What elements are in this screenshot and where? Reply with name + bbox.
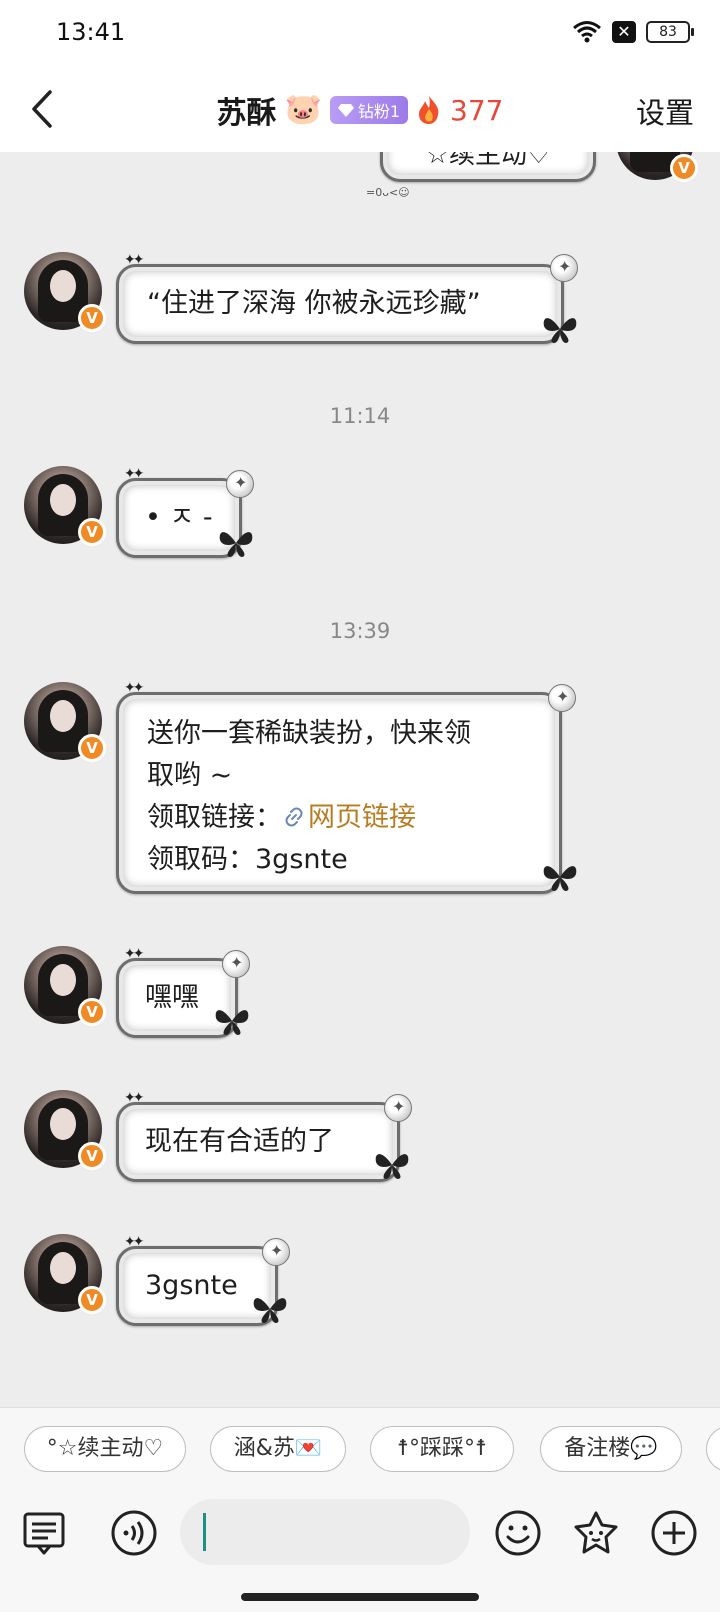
verified-badge-icon: V: [78, 518, 106, 546]
message-timestamp: 11:14: [329, 404, 391, 428]
status-time: 13:41: [56, 18, 126, 46]
pig-emoji: 🐷: [284, 92, 322, 127]
contact-avatar[interactable]: V: [24, 252, 106, 332]
partial-outgoing-bubble[interactable]: ☆续主动♡: [380, 152, 596, 182]
contact-avatar[interactable]: V: [24, 946, 106, 1026]
contact-avatar[interactable]: V: [24, 466, 106, 546]
quick-reply-bar[interactable]: °☆续主动♡ 涵&苏💌 ☨°踩踩°☨ 备注楼💬: [0, 1407, 720, 1489]
sparkle-decoration: ✦✦: [124, 1234, 145, 1250]
butterfly-decoration-icon: [253, 1298, 287, 1323]
verified-badge-icon: V: [78, 1286, 106, 1314]
butterfly-decoration-icon: [375, 1154, 409, 1179]
message-text: 嘿嘿: [145, 982, 199, 1013]
link-line: 领取链接： 网页链接: [147, 797, 531, 839]
web-link[interactable]: 网页链接: [308, 802, 416, 833]
quick-reply-chip[interactable]: 备注楼💬: [540, 1426, 682, 1472]
tiny-emoticon-text: =0ᴗ<☺: [366, 186, 410, 199]
chat-title[interactable]: 苏酥 🐷 钻粉1 377: [0, 88, 720, 132]
settings-button[interactable]: 设置: [636, 90, 694, 132]
sparkle-decoration: ✦✦: [124, 466, 145, 482]
my-avatar[interactable]: V: [616, 152, 698, 182]
verified-badge-icon: V: [670, 154, 698, 182]
avatar-face: [50, 1252, 76, 1284]
wifi-icon: [573, 21, 601, 43]
avatar-face: [50, 964, 76, 996]
streak-count: 377: [450, 93, 504, 127]
butterfly-decoration-icon: [215, 1010, 249, 1035]
avatar-face: [50, 270, 76, 302]
contact-avatar[interactable]: V: [24, 682, 106, 762]
quick-reply-chip[interactable]: ☨°踩踩°☨: [370, 1426, 514, 1472]
flame-icon: [419, 96, 439, 124]
moon-decoration-icon: [226, 470, 254, 498]
message-input-bar: [0, 1489, 720, 1612]
battery-indicator: 83: [646, 21, 694, 43]
moon-decoration-icon: [550, 254, 578, 282]
verified-badge-icon: V: [78, 304, 106, 332]
chat-message-list[interactable]: ☆续主动♡ V =0ᴗ<☺ V “住进了深海 你被永远珍藏” ✦✦ 11:14 …: [0, 152, 720, 1407]
sticker-star-icon[interactable]: [572, 1509, 620, 1557]
plus-icon[interactable]: [650, 1509, 698, 1557]
verified-badge-icon: V: [78, 734, 106, 762]
moon-decoration-icon: [548, 684, 576, 712]
moon-decoration-icon: [384, 1094, 412, 1122]
avatar-face: [50, 1108, 76, 1140]
butterfly-decoration-icon: [543, 866, 577, 891]
quick-reply-chip[interactable]: °☆续主动♡: [24, 1426, 186, 1472]
contact-avatar[interactable]: V: [24, 1234, 106, 1314]
message-line: 取哟 ~: [147, 760, 233, 791]
avatar-face: [50, 700, 76, 732]
voice-icon[interactable]: [110, 1509, 158, 1557]
moon-decoration-icon: [262, 1238, 290, 1266]
sparkle-decoration: ✦✦: [124, 252, 145, 268]
contact-avatar[interactable]: V: [24, 1090, 106, 1170]
bubble-text: ☆续主动♡: [425, 152, 551, 170]
home-indicator[interactable]: [241, 1593, 479, 1601]
fan-badge-label: 钻粉1: [357, 102, 401, 121]
sparkle-decoration: ✦✦: [124, 1090, 145, 1106]
butterfly-decoration-icon: [543, 318, 577, 343]
butterfly-decoration-icon: [219, 532, 253, 557]
contact-name: 苏酥: [216, 96, 277, 131]
message-input[interactable]: [180, 1499, 470, 1565]
message-bubble[interactable]: 送你一套稀缺装扮，快来领 取哟 ~ 领取链接： 网页链接 领取码：3gsnte: [116, 692, 562, 894]
code-line: 领取码：3gsnte: [147, 844, 348, 875]
message-bubble[interactable]: “住进了深海 你被永远珍藏”: [116, 264, 564, 344]
fan-level-badge: 钻粉1: [329, 96, 409, 124]
message-line: 送你一套稀缺装扮，快来领: [147, 718, 471, 749]
no-sim-icon: ✕: [612, 21, 636, 43]
verified-badge-icon: V: [78, 998, 106, 1026]
avatar-face: [50, 484, 76, 516]
message-text: “住进了深海 你被永远珍藏”: [147, 288, 481, 319]
status-bar: 13:41 ✕ 83: [0, 0, 720, 66]
emoji-icon[interactable]: [494, 1509, 542, 1557]
text-caret: [203, 1513, 206, 1551]
message-text: 3gsnte: [145, 1270, 238, 1301]
verified-badge-icon: V: [78, 1142, 106, 1170]
moon-decoration-icon: [222, 950, 250, 978]
quick-reply-chip-partial[interactable]: [706, 1426, 720, 1472]
message-bubble[interactable]: 现在有合适的了: [116, 1102, 400, 1182]
message-text: • ㅈ -: [145, 502, 213, 533]
message-timestamp: 13:39: [329, 619, 391, 643]
sparkle-decoration: ✦✦: [124, 946, 145, 962]
diamond-icon: [337, 104, 354, 117]
link-icon[interactable]: [282, 805, 306, 829]
quick-reply-chip[interactable]: 涵&苏💌: [210, 1426, 346, 1472]
status-icons: ✕ 83: [572, 20, 694, 44]
chat-header: 苏酥 🐷 钻粉1 377 设置: [0, 66, 720, 152]
menu-list-icon[interactable]: [20, 1509, 68, 1557]
message-text: 现在有合适的了: [145, 1126, 334, 1157]
sparkle-decoration: ✦✦: [124, 680, 145, 696]
link-label: 领取链接：: [147, 802, 282, 833]
